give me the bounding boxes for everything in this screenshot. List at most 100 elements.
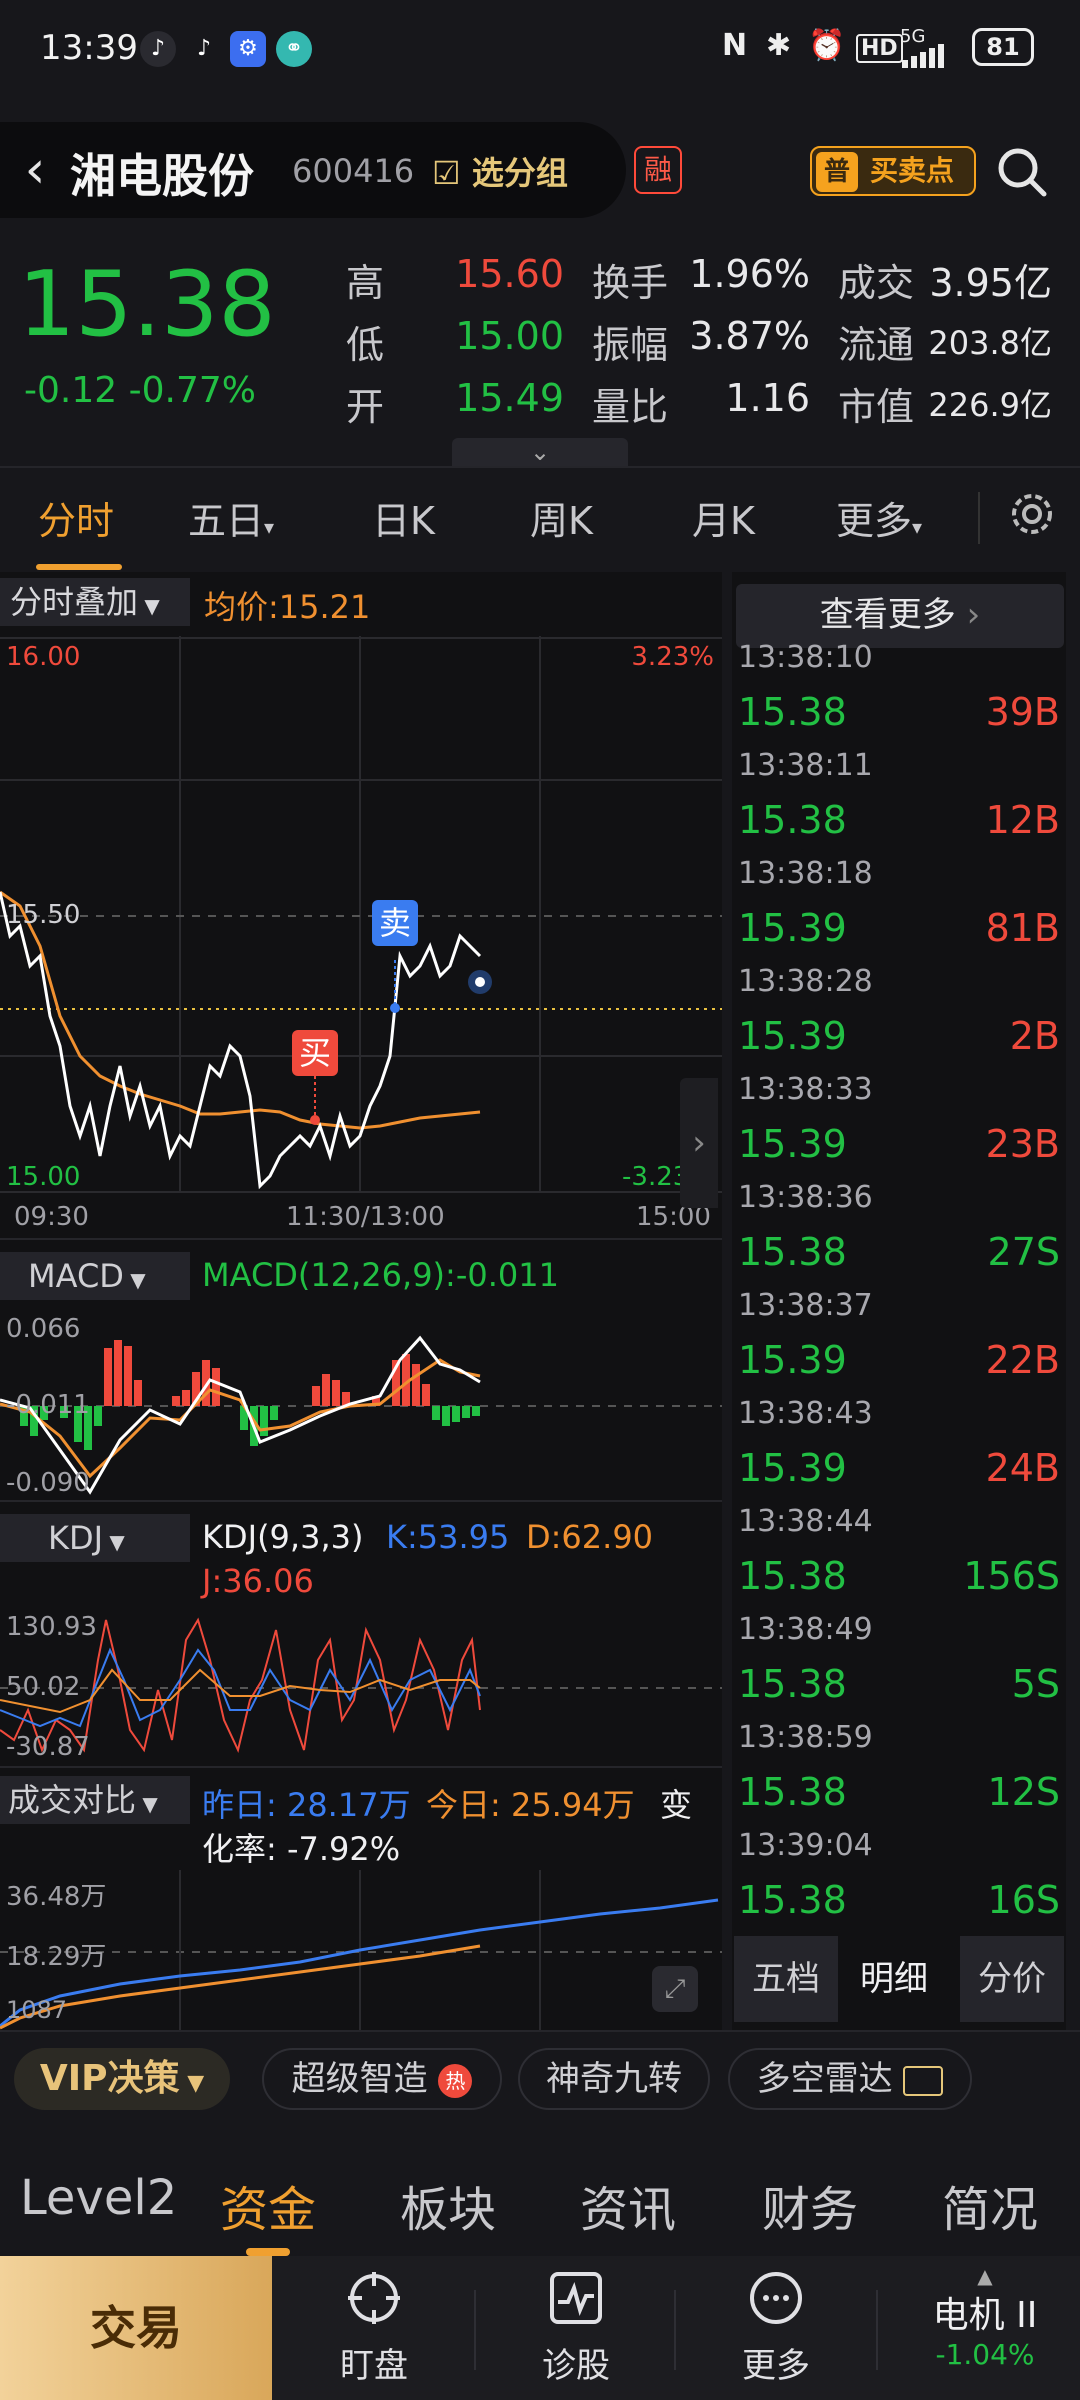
- tick-volume: 81B: [985, 906, 1060, 950]
- tab-intraday[interactable]: 分时: [38, 490, 114, 545]
- checkbox-icon: ☑: [432, 154, 472, 192]
- tab-price-dist[interactable]: 分价: [960, 1936, 1064, 2022]
- stock-header: ‹ 湘电股份 600416 ☑ 选分组: [0, 122, 626, 218]
- mcap-label: 市值: [838, 385, 915, 429]
- tab-more[interactable]: 更多▾: [836, 490, 922, 545]
- trade-button[interactable]: 交易: [0, 2256, 272, 2400]
- low-label: 低: [346, 323, 385, 367]
- view-more-button[interactable]: 查看更多 ›: [736, 584, 1064, 648]
- gear-icon[interactable]: [1004, 486, 1060, 542]
- tick-time: 13:38:37: [738, 1288, 873, 1323]
- tick-volume: 12B: [985, 798, 1060, 842]
- tiktok-icon-2: ♪: [196, 36, 212, 61]
- signal-icon: [902, 44, 944, 68]
- tick-row: 13:38:49 15.38 5S: [738, 1612, 1064, 1726]
- more-button[interactable]: 更多: [706, 2270, 846, 2387]
- caret-down-icon: ▼: [138, 594, 160, 618]
- alarm-icon: ⏰: [808, 28, 846, 63]
- kdj-top-label: 130.93: [6, 1612, 97, 1642]
- turnover-label: 换手: [592, 261, 669, 305]
- tick-volume: 2B: [1009, 1014, 1060, 1058]
- vip-decision-button[interactable]: VIP决策 ▼: [14, 2048, 230, 2110]
- avg-price-label: 均价:15.21: [204, 588, 371, 626]
- watch-button[interactable]: 盯盘: [304, 2270, 444, 2387]
- open-label: 开: [346, 385, 385, 429]
- tick-row: 13:38:11 15.38 12B: [738, 748, 1064, 862]
- tab-level2[interactable]: Level2: [20, 2170, 177, 2226]
- link-app-icon: ⚭: [276, 31, 312, 67]
- view-more-label: 查看更多: [819, 595, 956, 635]
- kdj-chart: [0, 1617, 722, 1754]
- expand-arrow-icon[interactable]: ›: [680, 1078, 718, 1208]
- tab-sector[interactable]: 板块: [400, 2170, 496, 2240]
- tick-row: 13:38:36 15.38 27S: [738, 1180, 1064, 1294]
- tick-price: 15.39: [738, 1014, 847, 1058]
- tick-time: 13:38:18: [738, 856, 873, 891]
- volcmp-chart: [0, 1870, 722, 2030]
- volcmp-selector[interactable]: 成交对比 ▼: [0, 1776, 190, 1824]
- tick-volume: 27S: [987, 1230, 1060, 1274]
- tick-row: 13:38:18 15.39 81B: [738, 856, 1064, 970]
- tick-price: 15.38: [738, 1770, 847, 1814]
- diagnose-button[interactable]: 诊股: [506, 2270, 646, 2387]
- mcap-value: 226.9亿: [928, 386, 1052, 424]
- tick-price: 15.39: [738, 1446, 847, 1490]
- bull-bear-radar-button[interactable]: 多空雷达: [728, 2048, 972, 2110]
- bluetooth-icon: ✱: [766, 28, 792, 63]
- tick-volume: 156S: [963, 1554, 1060, 1598]
- nav-separator: [876, 2290, 878, 2370]
- tick-price: 15.38: [738, 798, 847, 842]
- tick-time: 13:38:33: [738, 1072, 873, 1107]
- sell-marker[interactable]: 卖: [372, 900, 418, 946]
- tab-detail[interactable]: 明细: [842, 1936, 946, 2022]
- overlay-label: 分时叠加: [10, 583, 139, 621]
- margin-badge[interactable]: 融: [634, 146, 682, 194]
- kdj-selector[interactable]: KDJ ▼: [0, 1514, 190, 1562]
- current-price: 15.38: [18, 252, 276, 357]
- tick-price: 15.39: [738, 1338, 847, 1382]
- tick-price: 15.38: [738, 1878, 847, 1922]
- tick-time: 13:38:10: [738, 640, 873, 675]
- related-stock-button[interactable]: ▲ 电机 II -1.04%: [900, 2266, 1070, 2371]
- kdj-k: K:53.95: [386, 1518, 510, 1556]
- buy-marker[interactable]: 买: [292, 1030, 338, 1076]
- macd-selector[interactable]: MACD ▼: [0, 1252, 190, 1300]
- divider: [0, 1238, 722, 1240]
- pulse-icon: [550, 2272, 602, 2324]
- super-manufacturing-button[interactable]: 超级智造 热: [262, 2048, 502, 2110]
- tick-row: 13:38:28 15.39 2B: [738, 964, 1064, 1078]
- tab-finance[interactable]: 财务: [762, 2170, 858, 2240]
- select-group-button[interactable]: ☑ 选分组: [432, 148, 568, 194]
- nav-separator: [674, 2290, 676, 2370]
- back-icon[interactable]: ‹: [10, 140, 60, 200]
- y-mid-label: 15.50: [6, 900, 81, 930]
- kdj-d: D:62.90: [526, 1518, 654, 1556]
- overlay-selector[interactable]: 分时叠加 ▼: [0, 578, 190, 626]
- price-change: -0.12 -0.77%: [24, 370, 256, 411]
- expand-chevron-icon[interactable]: ⌄: [452, 438, 628, 468]
- volcmp-rate-a: 变: [660, 1786, 693, 1824]
- caret-down-icon: ▼: [179, 2071, 205, 2096]
- magic-nine-button[interactable]: 神奇九转: [518, 2048, 710, 2110]
- change-value: -0.12: [24, 370, 118, 411]
- fullscreen-icon[interactable]: ⤢: [652, 1966, 698, 2012]
- tick-row: 13:39:04 15.38 16S: [738, 1828, 1064, 1942]
- tick-time: 13:38:43: [738, 1396, 873, 1431]
- tab-news[interactable]: 资讯: [580, 2170, 676, 2240]
- search-icon[interactable]: [992, 142, 1052, 202]
- tab-day-k[interactable]: 日K: [372, 490, 435, 545]
- tick-time: 13:38:36: [738, 1180, 873, 1215]
- amount-label: 成交: [838, 261, 915, 305]
- tab-profile[interactable]: 简况: [942, 2170, 1038, 2240]
- related-stock-name: 电机 II: [932, 2295, 1038, 2336]
- volcmp-yesterday: 昨日: 28.17万: [202, 1786, 411, 1824]
- tab-five-day[interactable]: 五日▾: [188, 490, 274, 545]
- status-bar: 13:39 ♪ ♪ ⚙ ⚭ N ✱ ⏰ HD 5G 81: [0, 0, 1080, 100]
- tab-week-k[interactable]: 周K: [530, 490, 593, 545]
- intraday-chart[interactable]: [0, 636, 722, 1236]
- tab-funds[interactable]: 资金: [220, 2170, 316, 2240]
- caret-down-icon: ▼: [136, 1792, 158, 1816]
- tab-five-level[interactable]: 五档: [734, 1936, 838, 2022]
- pu-icon: 普: [816, 152, 858, 192]
- tab-month-k[interactable]: 月K: [692, 490, 755, 545]
